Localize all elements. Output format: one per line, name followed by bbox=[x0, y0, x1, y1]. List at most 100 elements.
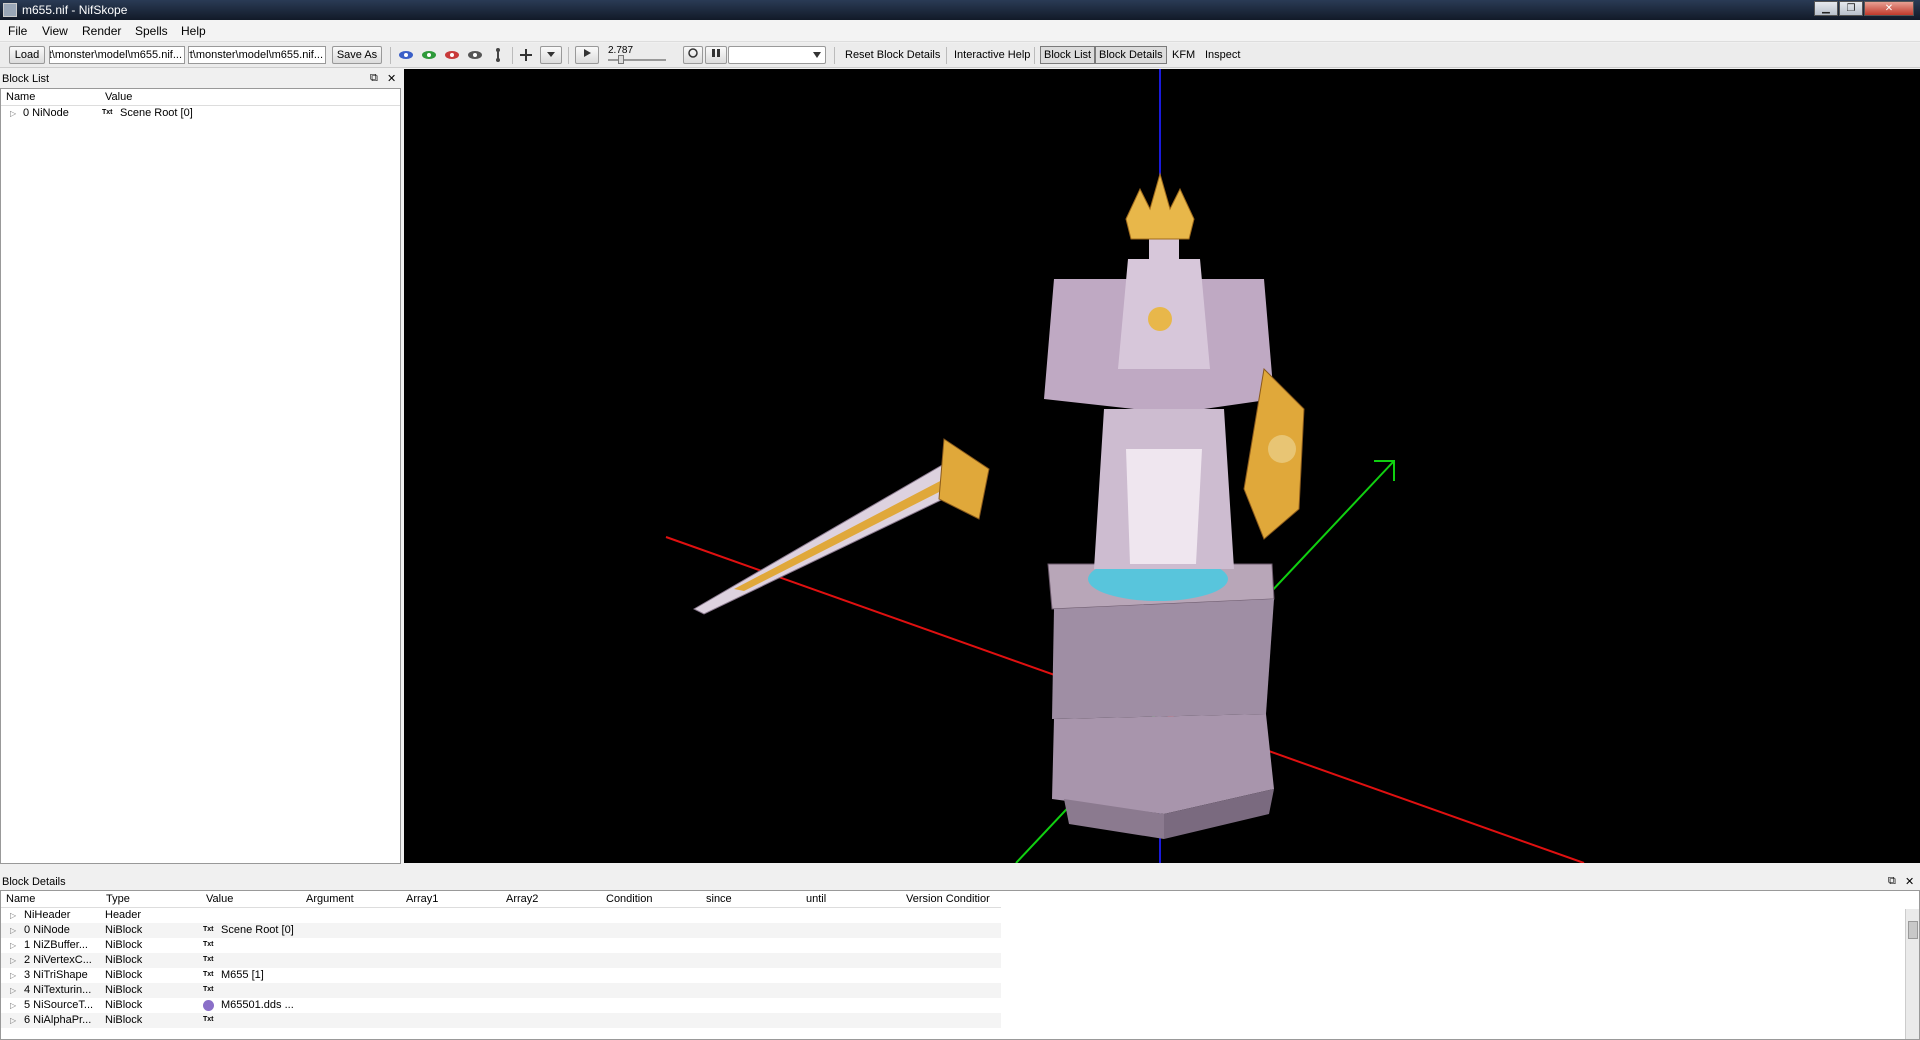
column-until[interactable]: until bbox=[806, 893, 826, 905]
table-row[interactable]: ▷ 3 NiTriShape NiBlock Txt M655 [1] bbox=[1, 968, 1001, 983]
row-type: NiBlock bbox=[105, 984, 143, 996]
column-value[interactable]: Value bbox=[105, 91, 132, 103]
expand-arrow-icon[interactable]: ▷ bbox=[10, 971, 16, 980]
row-type: Header bbox=[105, 909, 142, 921]
table-row[interactable]: ▷ NiHeader Header bbox=[1, 908, 1001, 923]
close-icon[interactable]: ✕ bbox=[1905, 875, 1914, 888]
toolbar: Load ...rt\monster\model\m655.nif ...rt\… bbox=[0, 43, 1920, 68]
eye-gray-icon[interactable] bbox=[467, 48, 483, 62]
menu-file[interactable]: File bbox=[8, 24, 27, 38]
maximize-button[interactable]: ❐ bbox=[1839, 1, 1863, 16]
expand-arrow-icon[interactable]: ▷ bbox=[10, 941, 16, 950]
render-viewport[interactable] bbox=[404, 69, 1920, 863]
eye-red-icon[interactable] bbox=[444, 48, 460, 62]
axis-mode-icon[interactable] bbox=[518, 48, 534, 62]
expand-arrow-icon[interactable]: ▷ bbox=[10, 956, 16, 965]
close-icon[interactable]: ✕ bbox=[387, 72, 396, 85]
column-value[interactable]: Value bbox=[206, 893, 233, 905]
column-name[interactable]: Name bbox=[6, 91, 35, 103]
animation-select[interactable] bbox=[728, 46, 826, 64]
table-row[interactable]: ▷ 0 NiNode NiBlock Txt Scene Root [0] bbox=[1, 923, 1001, 938]
statue-model bbox=[692, 172, 1305, 839]
inspect-button[interactable]: Inspect bbox=[1205, 49, 1240, 61]
save-path-input[interactable]: ...rt\monster\model\m655.nif bbox=[188, 46, 326, 64]
table-row[interactable]: ▷ 5 NiSourceT... NiBlock M65501.dds ... bbox=[1, 998, 1001, 1013]
save-as-button[interactable]: Save As bbox=[332, 46, 382, 64]
txt-icon: Txt bbox=[203, 971, 214, 978]
column-type[interactable]: Type bbox=[106, 893, 130, 905]
float-icon[interactable]: ⧉ bbox=[1888, 875, 1896, 888]
load-button[interactable]: Load bbox=[9, 46, 45, 64]
title-bar: m655.nif - NifSkope ▁ ❐ ✕ bbox=[0, 0, 1920, 20]
row-type: NiBlock bbox=[105, 924, 143, 936]
row-name: 1 NiZBuffer... bbox=[24, 939, 88, 951]
txt-icon: Txt bbox=[203, 956, 214, 963]
time-slider[interactable] bbox=[608, 59, 666, 61]
row-value: M655 [1] bbox=[221, 969, 264, 981]
column-name[interactable]: Name bbox=[6, 893, 35, 905]
save-path-text: ...rt\monster\model\m655.nif bbox=[188, 49, 323, 61]
expand-arrow-icon[interactable]: ▷ bbox=[10, 1016, 16, 1025]
column-condition[interactable]: Condition bbox=[606, 893, 652, 905]
kfm-button[interactable]: KFM bbox=[1172, 49, 1195, 61]
vertical-scrollbar[interactable] bbox=[1905, 909, 1919, 1039]
close-button[interactable]: ✕ bbox=[1864, 1, 1914, 16]
row-name: 6 NiAlphaPr... bbox=[24, 1014, 92, 1026]
scrollbar-thumb[interactable] bbox=[1908, 921, 1918, 939]
row-name: 5 NiSourceT... bbox=[24, 999, 94, 1011]
row-name: 3 NiTriShape bbox=[24, 969, 88, 981]
interactive-help-button[interactable]: Interactive Help bbox=[954, 49, 1030, 61]
separator bbox=[568, 47, 569, 64]
eye-green-icon[interactable] bbox=[421, 48, 437, 62]
table-row[interactable]: ▷ 6 NiAlphaPr... NiBlock Txt bbox=[1, 1013, 1001, 1028]
minimize-button[interactable]: ▁ bbox=[1814, 1, 1838, 16]
load-path-input[interactable]: ...rt\monster\model\m655.nif bbox=[49, 46, 185, 64]
block-details-table[interactable]: Name Type Value Argument Array1 Array2 C… bbox=[0, 890, 1920, 1040]
table-row[interactable]: ▷ 4 NiTexturin... NiBlock Txt bbox=[1, 983, 1001, 998]
expand-arrow-icon[interactable]: ▷ bbox=[10, 109, 16, 118]
time-slider-handle[interactable] bbox=[618, 55, 624, 64]
row-value: Scene Root [0] bbox=[120, 107, 193, 119]
row-type: NiBlock bbox=[105, 1014, 143, 1026]
expand-arrow-icon[interactable]: ▷ bbox=[10, 1001, 16, 1010]
txt-icon: Txt bbox=[102, 109, 113, 116]
bone-icon[interactable] bbox=[490, 48, 506, 62]
reset-block-details-button[interactable]: Reset Block Details bbox=[845, 49, 940, 61]
menu-bar: File View Render Spells Help bbox=[0, 20, 1920, 42]
menu-help[interactable]: Help bbox=[181, 24, 206, 38]
txt-icon: Txt bbox=[203, 926, 214, 933]
eye-blue-icon[interactable] bbox=[398, 48, 414, 62]
menu-view[interactable]: View bbox=[42, 24, 68, 38]
row-type: NiBlock bbox=[105, 954, 143, 966]
table-row[interactable]: ▷ 1 NiZBuffer... NiBlock Txt bbox=[1, 938, 1001, 953]
tree-row[interactable]: ▷ 0 NiNode Txt Scene Root [0] bbox=[1, 106, 400, 122]
block-list-tree[interactable]: Name Value ▷ 0 NiNode Txt Scene Root [0] bbox=[0, 88, 401, 864]
row-name: NiHeader bbox=[24, 909, 71, 921]
block-list-header: Block List ⧉ ✕ bbox=[0, 71, 402, 87]
block-list-toggle[interactable]: Block List bbox=[1040, 46, 1096, 64]
float-icon[interactable]: ⧉ bbox=[370, 72, 378, 85]
block-details-title: Block Details bbox=[2, 876, 66, 888]
column-array2[interactable]: Array2 bbox=[506, 893, 538, 905]
row-type: NiBlock bbox=[105, 999, 143, 1011]
expand-arrow-icon[interactable]: ▷ bbox=[10, 926, 16, 935]
expand-arrow-icon[interactable]: ▷ bbox=[10, 986, 16, 995]
switch-button[interactable] bbox=[705, 46, 727, 64]
block-details-toggle[interactable]: Block Details bbox=[1095, 46, 1167, 64]
column-argument[interactable]: Argument bbox=[306, 893, 354, 905]
loop-button[interactable] bbox=[683, 46, 703, 64]
menu-spells[interactable]: Spells bbox=[135, 24, 168, 38]
menu-render[interactable]: Render bbox=[82, 24, 121, 38]
row-name: 2 NiVertexC... bbox=[24, 954, 92, 966]
separator bbox=[834, 47, 835, 64]
row-name: 0 NiNode bbox=[23, 107, 69, 119]
column-array1[interactable]: Array1 bbox=[406, 893, 438, 905]
column-since[interactable]: since bbox=[706, 893, 732, 905]
view-dropdown-button[interactable] bbox=[540, 46, 562, 64]
scene-svg[interactable] bbox=[404, 69, 1920, 863]
table-row[interactable]: ▷ 2 NiVertexC... NiBlock Txt bbox=[1, 953, 1001, 968]
column-version-condition[interactable]: Version Conditior bbox=[906, 893, 990, 905]
expand-arrow-icon[interactable]: ▷ bbox=[10, 911, 16, 920]
separator bbox=[1034, 47, 1035, 64]
play-button[interactable] bbox=[575, 46, 599, 64]
